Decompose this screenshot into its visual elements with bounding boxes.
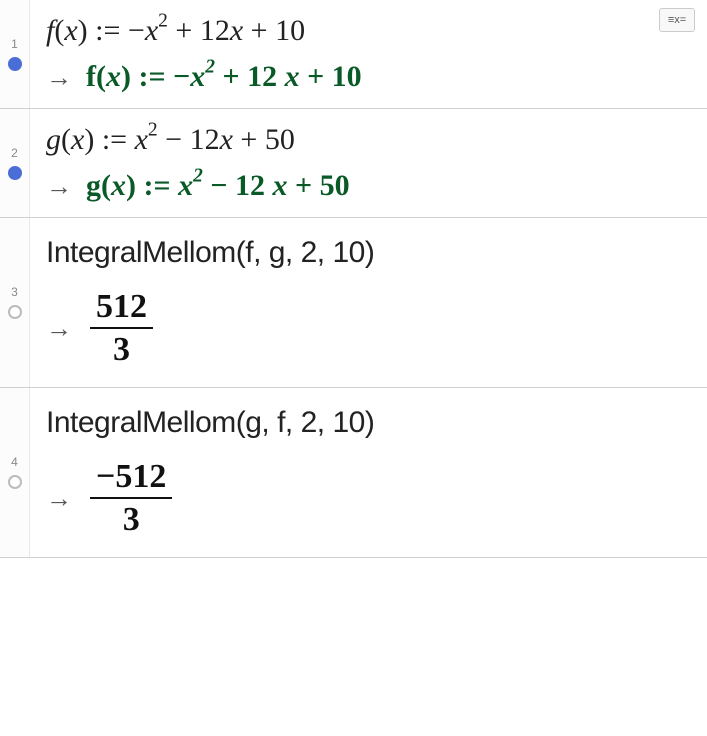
- output-fraction: −512 3: [90, 458, 172, 539]
- output-line: → g(x) := x2 − 12 x + 50: [46, 169, 691, 203]
- result-arrow-icon: →: [46, 62, 72, 93]
- cas-row[interactable]: 2 g(x) := x2 − 12x + 50 → g(x) := x2 − 1…: [0, 109, 707, 218]
- row-content: g(x) := x2 − 12x + 50 → g(x) := x2 − 12 …: [30, 109, 707, 217]
- cas-row[interactable]: 1 f(x) := −x2 + 12x + 10 → f(x) := −x2 +…: [0, 0, 707, 109]
- visibility-dot-icon[interactable]: [8, 57, 22, 71]
- row-number: 2: [11, 146, 18, 160]
- fraction-numerator: 512: [90, 288, 153, 329]
- visibility-dot-icon[interactable]: [8, 305, 22, 319]
- visibility-dot-icon[interactable]: [8, 475, 22, 489]
- fraction-denominator: 3: [113, 329, 130, 368]
- result-arrow-icon: →: [46, 171, 72, 202]
- output-expression: f(x) := −x2 + 12 x + 10: [86, 60, 362, 94]
- row-number: 1: [11, 37, 18, 51]
- fraction-denominator: 3: [123, 499, 140, 538]
- output-fraction: 512 3: [90, 288, 153, 369]
- output-line: → 512 3: [46, 288, 691, 369]
- row-number: 4: [11, 455, 18, 469]
- input-expression[interactable]: IntegralMellom(f, g, 2, 10): [46, 232, 691, 274]
- cas-rows: 1 f(x) := −x2 + 12x + 10 → f(x) := −x2 +…: [0, 0, 707, 558]
- input-expression[interactable]: f(x) := −x2 + 12x + 10: [46, 10, 691, 52]
- input-expression[interactable]: g(x) := x2 − 12x + 50: [46, 119, 691, 161]
- input-expression[interactable]: IntegralMellom(g, f, 2, 10): [46, 402, 691, 444]
- row-gutter: 1: [0, 0, 30, 108]
- row-content: IntegralMellom(f, g, 2, 10) → 512 3: [30, 218, 707, 387]
- cas-row[interactable]: 3 IntegralMellom(f, g, 2, 10) → 512 3: [0, 218, 707, 388]
- output-line: → −512 3: [46, 458, 691, 539]
- row-content: f(x) := −x2 + 12x + 10 → f(x) := −x2 + 1…: [30, 0, 707, 108]
- row-gutter: 4: [0, 388, 30, 557]
- row-number: 3: [11, 285, 18, 299]
- result-arrow-icon: →: [46, 313, 72, 344]
- fraction-numerator: −512: [90, 458, 172, 499]
- cas-row[interactable]: 4 IntegralMellom(g, f, 2, 10) → −512 3: [0, 388, 707, 558]
- result-arrow-icon: →: [46, 483, 72, 514]
- row-gutter: 2: [0, 109, 30, 217]
- row-content: IntegralMellom(g, f, 2, 10) → −512 3: [30, 388, 707, 557]
- visibility-dot-icon[interactable]: [8, 166, 22, 180]
- row-gutter: 3: [0, 218, 30, 387]
- output-line: → f(x) := −x2 + 12 x + 10: [46, 60, 691, 94]
- output-expression: g(x) := x2 − 12 x + 50: [86, 169, 350, 203]
